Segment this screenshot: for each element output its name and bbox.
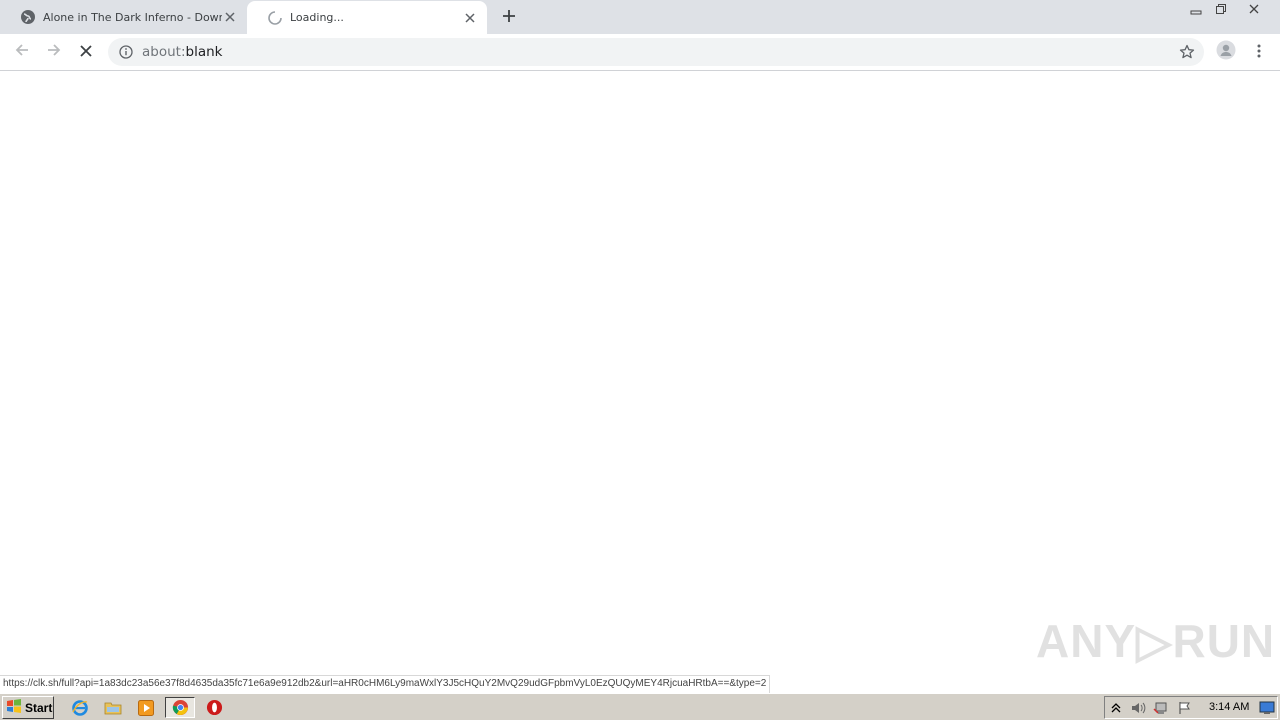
tab-title: Loading... <box>290 11 344 24</box>
stop-x-icon <box>79 43 93 62</box>
windows-logo-icon <box>6 698 22 717</box>
page-content <box>0 72 1280 693</box>
system-tray: 3:14 AM <box>1104 696 1278 719</box>
avatar-icon <box>1216 40 1236 64</box>
explorer-folder-icon[interactable] <box>102 697 124 718</box>
new-tab-button[interactable] <box>499 8 519 26</box>
desktop-icon[interactable] <box>1259 700 1275 716</box>
minimize-icon <box>1190 0 1202 19</box>
star-icon[interactable] <box>1178 43 1196 61</box>
tab-strip: Alone in The Dark Inferno - Download Loa… <box>0 0 1280 34</box>
address-scheme: about: <box>142 44 186 60</box>
anyrun-watermark: ANY▷RUN <box>1036 606 1275 676</box>
media-player-icon[interactable] <box>135 697 157 718</box>
info-icon[interactable] <box>118 44 134 60</box>
stop-button[interactable] <box>74 40 98 64</box>
loading-spinner-icon <box>267 10 283 26</box>
address-text: about:blank <box>142 44 222 60</box>
tray-arrow-icon[interactable] <box>1108 700 1124 716</box>
clock: 3:14 AM <box>1209 701 1250 713</box>
menu-button[interactable] <box>1247 40 1271 64</box>
plus-icon <box>502 8 516 27</box>
minimize-button[interactable] <box>1183 0 1208 18</box>
forward-button[interactable] <box>42 40 66 64</box>
arrow-right-icon <box>46 42 62 62</box>
back-button[interactable] <box>10 40 34 64</box>
browser-toolbar: about:blank <box>0 34 1280 71</box>
chrome-icon[interactable] <box>165 697 195 718</box>
restore-icon <box>1215 0 1227 19</box>
volume-icon[interactable] <box>1130 700 1146 716</box>
opera-icon[interactable] <box>203 697 225 718</box>
start-label: Start <box>25 700 53 715</box>
start-button[interactable]: Start <box>2 696 54 719</box>
close-icon <box>1248 0 1260 19</box>
tab-close-icon[interactable] <box>222 9 238 25</box>
arrow-left-icon <box>14 42 30 62</box>
kebab-menu-icon <box>1257 43 1261 62</box>
profile-button[interactable] <box>1214 40 1238 64</box>
watermark-text: ANY▷RUN <box>1036 615 1276 667</box>
taskbar: Start 3:14 AM <box>0 693 1280 720</box>
network-icon[interactable] <box>1153 700 1169 716</box>
status-bubble: https://clk.sh/full?api=1a83dc23a56e37f8… <box>0 675 771 693</box>
tab-loading[interactable]: Loading... <box>247 1 487 34</box>
tab-alone-in-the-dark[interactable]: Alone in The Dark Inferno - Download <box>0 0 247 34</box>
internet-explorer-icon[interactable] <box>69 697 91 718</box>
flag-icon[interactable] <box>1177 700 1193 716</box>
restore-button[interactable] <box>1208 0 1233 18</box>
address-path: blank <box>185 44 223 60</box>
window-close-button[interactable] <box>1235 0 1273 18</box>
tab-title: Alone in The Dark Inferno - Download <box>43 10 222 24</box>
tab-close-icon[interactable] <box>462 10 478 26</box>
address-bar[interactable]: about:blank <box>108 38 1204 66</box>
globe-icon <box>20 9 36 25</box>
